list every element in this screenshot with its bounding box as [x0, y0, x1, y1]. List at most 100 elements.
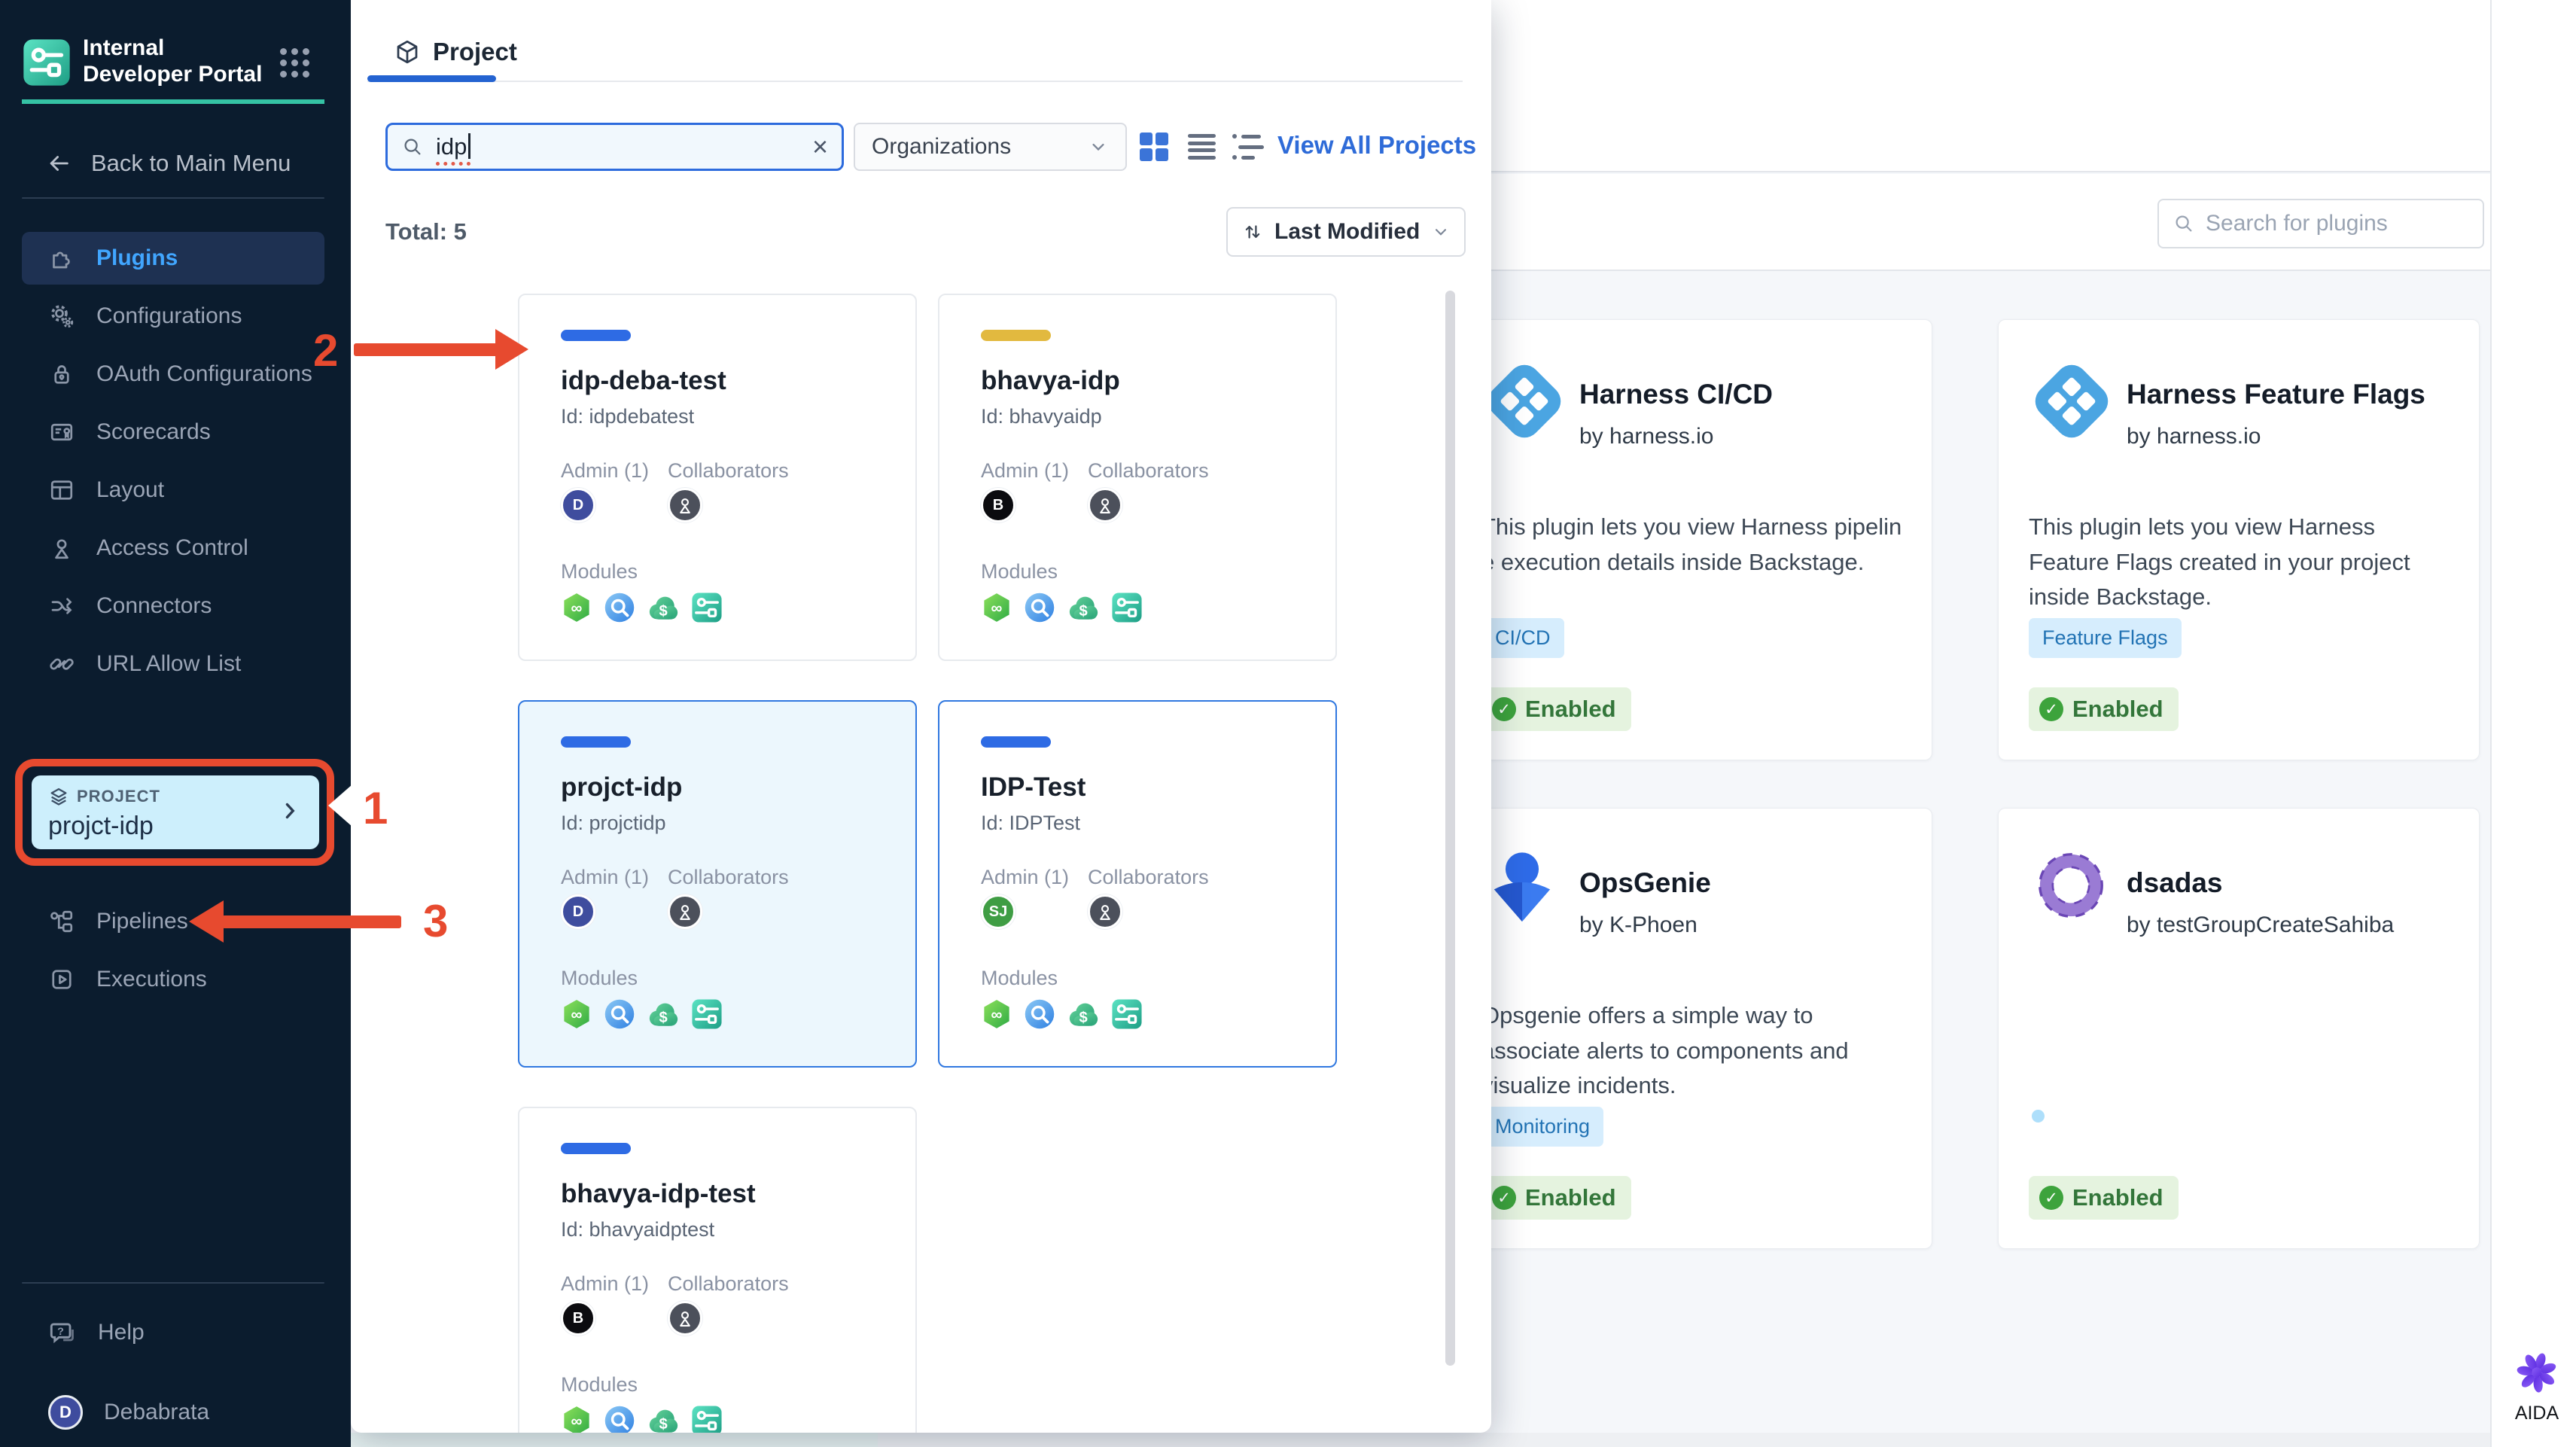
srm-module-icon — [604, 1405, 635, 1433]
srm-module-icon — [604, 998, 635, 1030]
admin-avatar: D — [561, 894, 595, 929]
module-icons — [561, 997, 724, 1031]
check-icon: ✓ — [1492, 697, 1516, 721]
plugin-tag: Feature Flags — [2029, 618, 2182, 658]
project-id: Id: IDPTest — [981, 812, 1081, 834]
user-menu[interactable]: D Debabrata — [22, 1387, 324, 1438]
project-card-idp-test[interactable]: IDP-Test Id: IDPTest Admin (1) Collaborat… — [938, 700, 1337, 1068]
view-toggle-rows[interactable] — [1188, 134, 1216, 160]
sidebar-item-label: URL Allow List — [96, 651, 242, 676]
plugin-title: Harness CI/CD — [1579, 379, 1774, 410]
srm-module-icon — [604, 592, 635, 623]
project-name: bhavya-idp-test — [561, 1179, 756, 1208]
search-icon — [401, 136, 424, 158]
check-icon: ✓ — [2039, 697, 2063, 721]
chevron-down-icon — [1431, 222, 1451, 242]
project-card-projct-idp[interactable]: projct-idp Id: projctidp Admin (1) Collab… — [518, 700, 917, 1068]
idp-module-icon — [1110, 997, 1144, 1031]
tab-project[interactable]: Project — [394, 38, 517, 66]
app-switcher-icon[interactable] — [280, 48, 309, 78]
harness-logo-icon — [2029, 350, 2115, 452]
plugin-card-harness-cicd[interactable]: Harness CI/CD by harness.io This plugin … — [1451, 319, 1932, 760]
plugin-title: dsadas — [2127, 867, 2223, 898]
admin-label: Admin (1) — [981, 459, 1070, 482]
sidebar-item-label: Connectors — [96, 593, 212, 618]
scorecard-icon — [48, 419, 75, 446]
opsgenie-logo-icon — [1481, 845, 1563, 929]
modules-label: Modules — [561, 1373, 638, 1396]
idp-app-logo — [23, 39, 70, 86]
collaborator-avatar — [1088, 488, 1122, 522]
project-id: Id: idpdebatest — [561, 405, 695, 428]
tab-project-label: Project — [433, 38, 517, 65]
back-to-main-menu[interactable]: Back to Main Menu — [22, 140, 324, 187]
status-badge: ✓ Enabled — [2029, 687, 2179, 731]
clear-search-icon[interactable]: × — [812, 133, 828, 160]
project-color-bar — [981, 330, 1051, 341]
sidebar-item-help[interactable]: Help — [22, 1307, 324, 1358]
organizations-dropdown[interactable]: Organizations — [854, 123, 1127, 171]
admin-avatar: D — [561, 488, 595, 522]
modal-scrollbar[interactable] — [1445, 291, 1455, 1366]
idp-module-icon — [690, 1403, 724, 1433]
sidebar-item-configurations[interactable]: Configurations — [22, 290, 324, 343]
person-icon — [1095, 901, 1116, 922]
spellcheck-underline — [436, 162, 471, 166]
view-toggle-list[interactable] — [1232, 134, 1264, 160]
project-search-input[interactable]: idp × — [385, 123, 844, 171]
check-icon: ✓ — [2039, 1186, 2063, 1210]
puzzle-icon — [48, 245, 75, 272]
ccm-module-icon — [647, 592, 678, 623]
harness-logo-icon — [1481, 350, 1567, 452]
view-all-projects-link[interactable]: View All Projects — [1277, 131, 1476, 160]
project-card-bhavya-idp-test[interactable]: bhavya-idp-test Id: bhavyaidptest Admin … — [518, 1107, 917, 1433]
annotation-1-highlight-box — [15, 759, 334, 866]
sidebar-item-plugins[interactable]: Plugins — [22, 232, 324, 285]
executions-label: Executions — [96, 967, 207, 992]
sidebar-item-scorecards[interactable]: Scorecards — [22, 406, 324, 458]
total-count: Total: 5 — [385, 218, 467, 245]
ccm-module-icon — [647, 1405, 678, 1433]
help-label: Help — [98, 1320, 145, 1345]
person-icon — [48, 535, 75, 562]
sidebar-item-connectors[interactable]: Connectors — [22, 580, 324, 632]
person-icon — [1095, 495, 1116, 516]
project-card-bhavya-idp[interactable]: bhavya-idp Id: bhavyaidp Admin (1) Collab… — [938, 294, 1337, 661]
idp-module-icon — [690, 997, 724, 1031]
plugin-card-feature-flags[interactable]: Harness Feature Flags by harness.io This… — [1998, 319, 2480, 760]
plugin-title: Harness Feature Flags — [2127, 379, 2425, 410]
collaborators-label: Collaborators — [668, 459, 789, 482]
plugins-search-input[interactable]: Search for plugins — [2157, 199, 2484, 248]
admin-label: Admin (1) — [561, 1272, 650, 1295]
sidebar-item-layout[interactable]: Layout — [22, 464, 324, 516]
annotation-2-arrow-head — [495, 329, 528, 370]
aida-widget[interactable]: AIDA — [2507, 1351, 2567, 1424]
view-toggle-grid[interactable] — [1140, 133, 1168, 161]
project-card-idp-deba-test[interactable]: idp-deba-test Id: idpdebatest Admin (1) C… — [518, 294, 917, 661]
sidebar-item-label: Scorecards — [96, 419, 211, 444]
person-icon — [674, 901, 696, 922]
lock-icon — [48, 361, 75, 388]
plugin-author: by testGroupCreateSahiba — [2127, 912, 2395, 937]
ci-module-icon — [561, 1405, 592, 1433]
plugin-tag-dot — [2032, 1110, 2045, 1123]
sort-dropdown[interactable]: Last Modified — [1226, 207, 1466, 257]
idp-module-icon — [1110, 590, 1144, 625]
sidebar-item-oauth-configurations[interactable]: OAuth Configurations — [22, 348, 324, 401]
user-name: Debabrata — [104, 1400, 210, 1424]
bottom-strip-tint — [351, 1433, 878, 1447]
ci-module-icon — [981, 592, 1012, 623]
link-icon — [48, 650, 75, 678]
annotation-3-label: 3 — [423, 896, 449, 946]
sidebar-item-url-allow-list[interactable]: URL Allow List — [22, 638, 324, 690]
plugin-description: Opsgenie offers a simple way to associat… — [1481, 1002, 1849, 1098]
plugin-card-opsgenie[interactable]: OpsGenie by K-Phoen Opsgenie offers a si… — [1451, 808, 1932, 1249]
ring-logo-icon — [2033, 848, 2109, 923]
back-label: Back to Main Menu — [91, 150, 291, 176]
sidebar-item-executions[interactable]: Executions — [22, 954, 324, 1005]
sidebar-item-access-control[interactable]: Access Control — [22, 522, 324, 574]
cube-icon — [394, 38, 421, 65]
project-name: idp-deba-test — [561, 366, 726, 395]
plugin-card-dsadas[interactable]: dsadas by testGroupCreateSahiba ✓ Enabled — [1998, 808, 2480, 1249]
admin-avatar: SJ — [981, 894, 1015, 929]
